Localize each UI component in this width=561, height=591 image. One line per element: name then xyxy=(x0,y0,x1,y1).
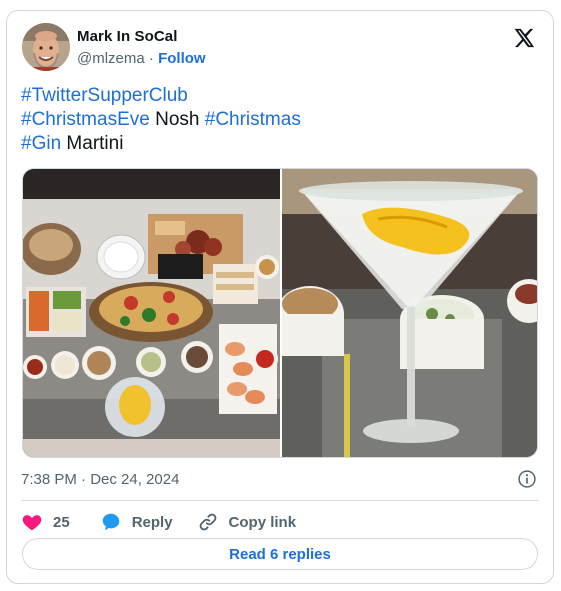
follow-button[interactable]: Follow xyxy=(158,50,206,67)
like-count: 25 xyxy=(53,513,70,531)
reply-bubble-icon xyxy=(102,513,119,531)
tweet-text-line: #ChristmasEve Nosh #Christmas xyxy=(21,108,301,132)
author-handle-row: @mlzema · Follow xyxy=(77,50,206,67)
avatar-image xyxy=(22,23,70,71)
reply-button[interactable]: Reply xyxy=(100,511,173,533)
tweet-text-line: #Gin Martini xyxy=(21,132,301,156)
heart-icon xyxy=(22,515,42,531)
author-name[interactable]: Mark In SoCal xyxy=(77,28,178,45)
read-replies-button[interactable]: Read 6 replies xyxy=(22,538,538,570)
hashtag-link[interactable]: #Christmas xyxy=(205,109,301,130)
x-logo-icon[interactable] xyxy=(513,27,535,49)
tweet-text-segment: Nosh xyxy=(149,109,200,130)
copy-link-label: Copy link xyxy=(228,513,297,531)
action-bar: 25 Reply Copy link xyxy=(21,507,296,537)
photo-gin-martini[interactable] xyxy=(282,169,538,458)
tweet-text-segment: Martini xyxy=(61,133,124,154)
tweet-text-line: #TwitterSupperClub xyxy=(21,84,301,108)
tweet-card: Mark In SoCal @mlzema · Follow #TwitterS… xyxy=(6,10,554,584)
media-grid xyxy=(22,168,538,458)
reply-label: Reply xyxy=(131,513,173,531)
author-handle[interactable]: @mlzema xyxy=(77,50,145,67)
divider xyxy=(21,500,539,501)
info-icon[interactable] xyxy=(517,469,537,489)
copy-link-button[interactable]: Copy link xyxy=(197,511,297,533)
link-icon xyxy=(199,513,216,531)
hashtag-link[interactable]: #Gin xyxy=(21,133,61,154)
hashtag-link[interactable]: #TwitterSupperClub xyxy=(21,85,188,106)
separator-dot: · xyxy=(148,50,154,67)
tweet-text: #TwitterSupperClub #ChristmasEve Nosh #Ch… xyxy=(21,84,301,156)
photo-food-spread[interactable] xyxy=(23,169,280,458)
avatar[interactable] xyxy=(22,23,70,71)
hashtag-link[interactable]: #ChristmasEve xyxy=(21,109,150,130)
tweet-timestamp[interactable]: 7:38 PM · Dec 24, 2024 xyxy=(21,471,179,488)
like-button[interactable]: 25 xyxy=(21,511,70,533)
